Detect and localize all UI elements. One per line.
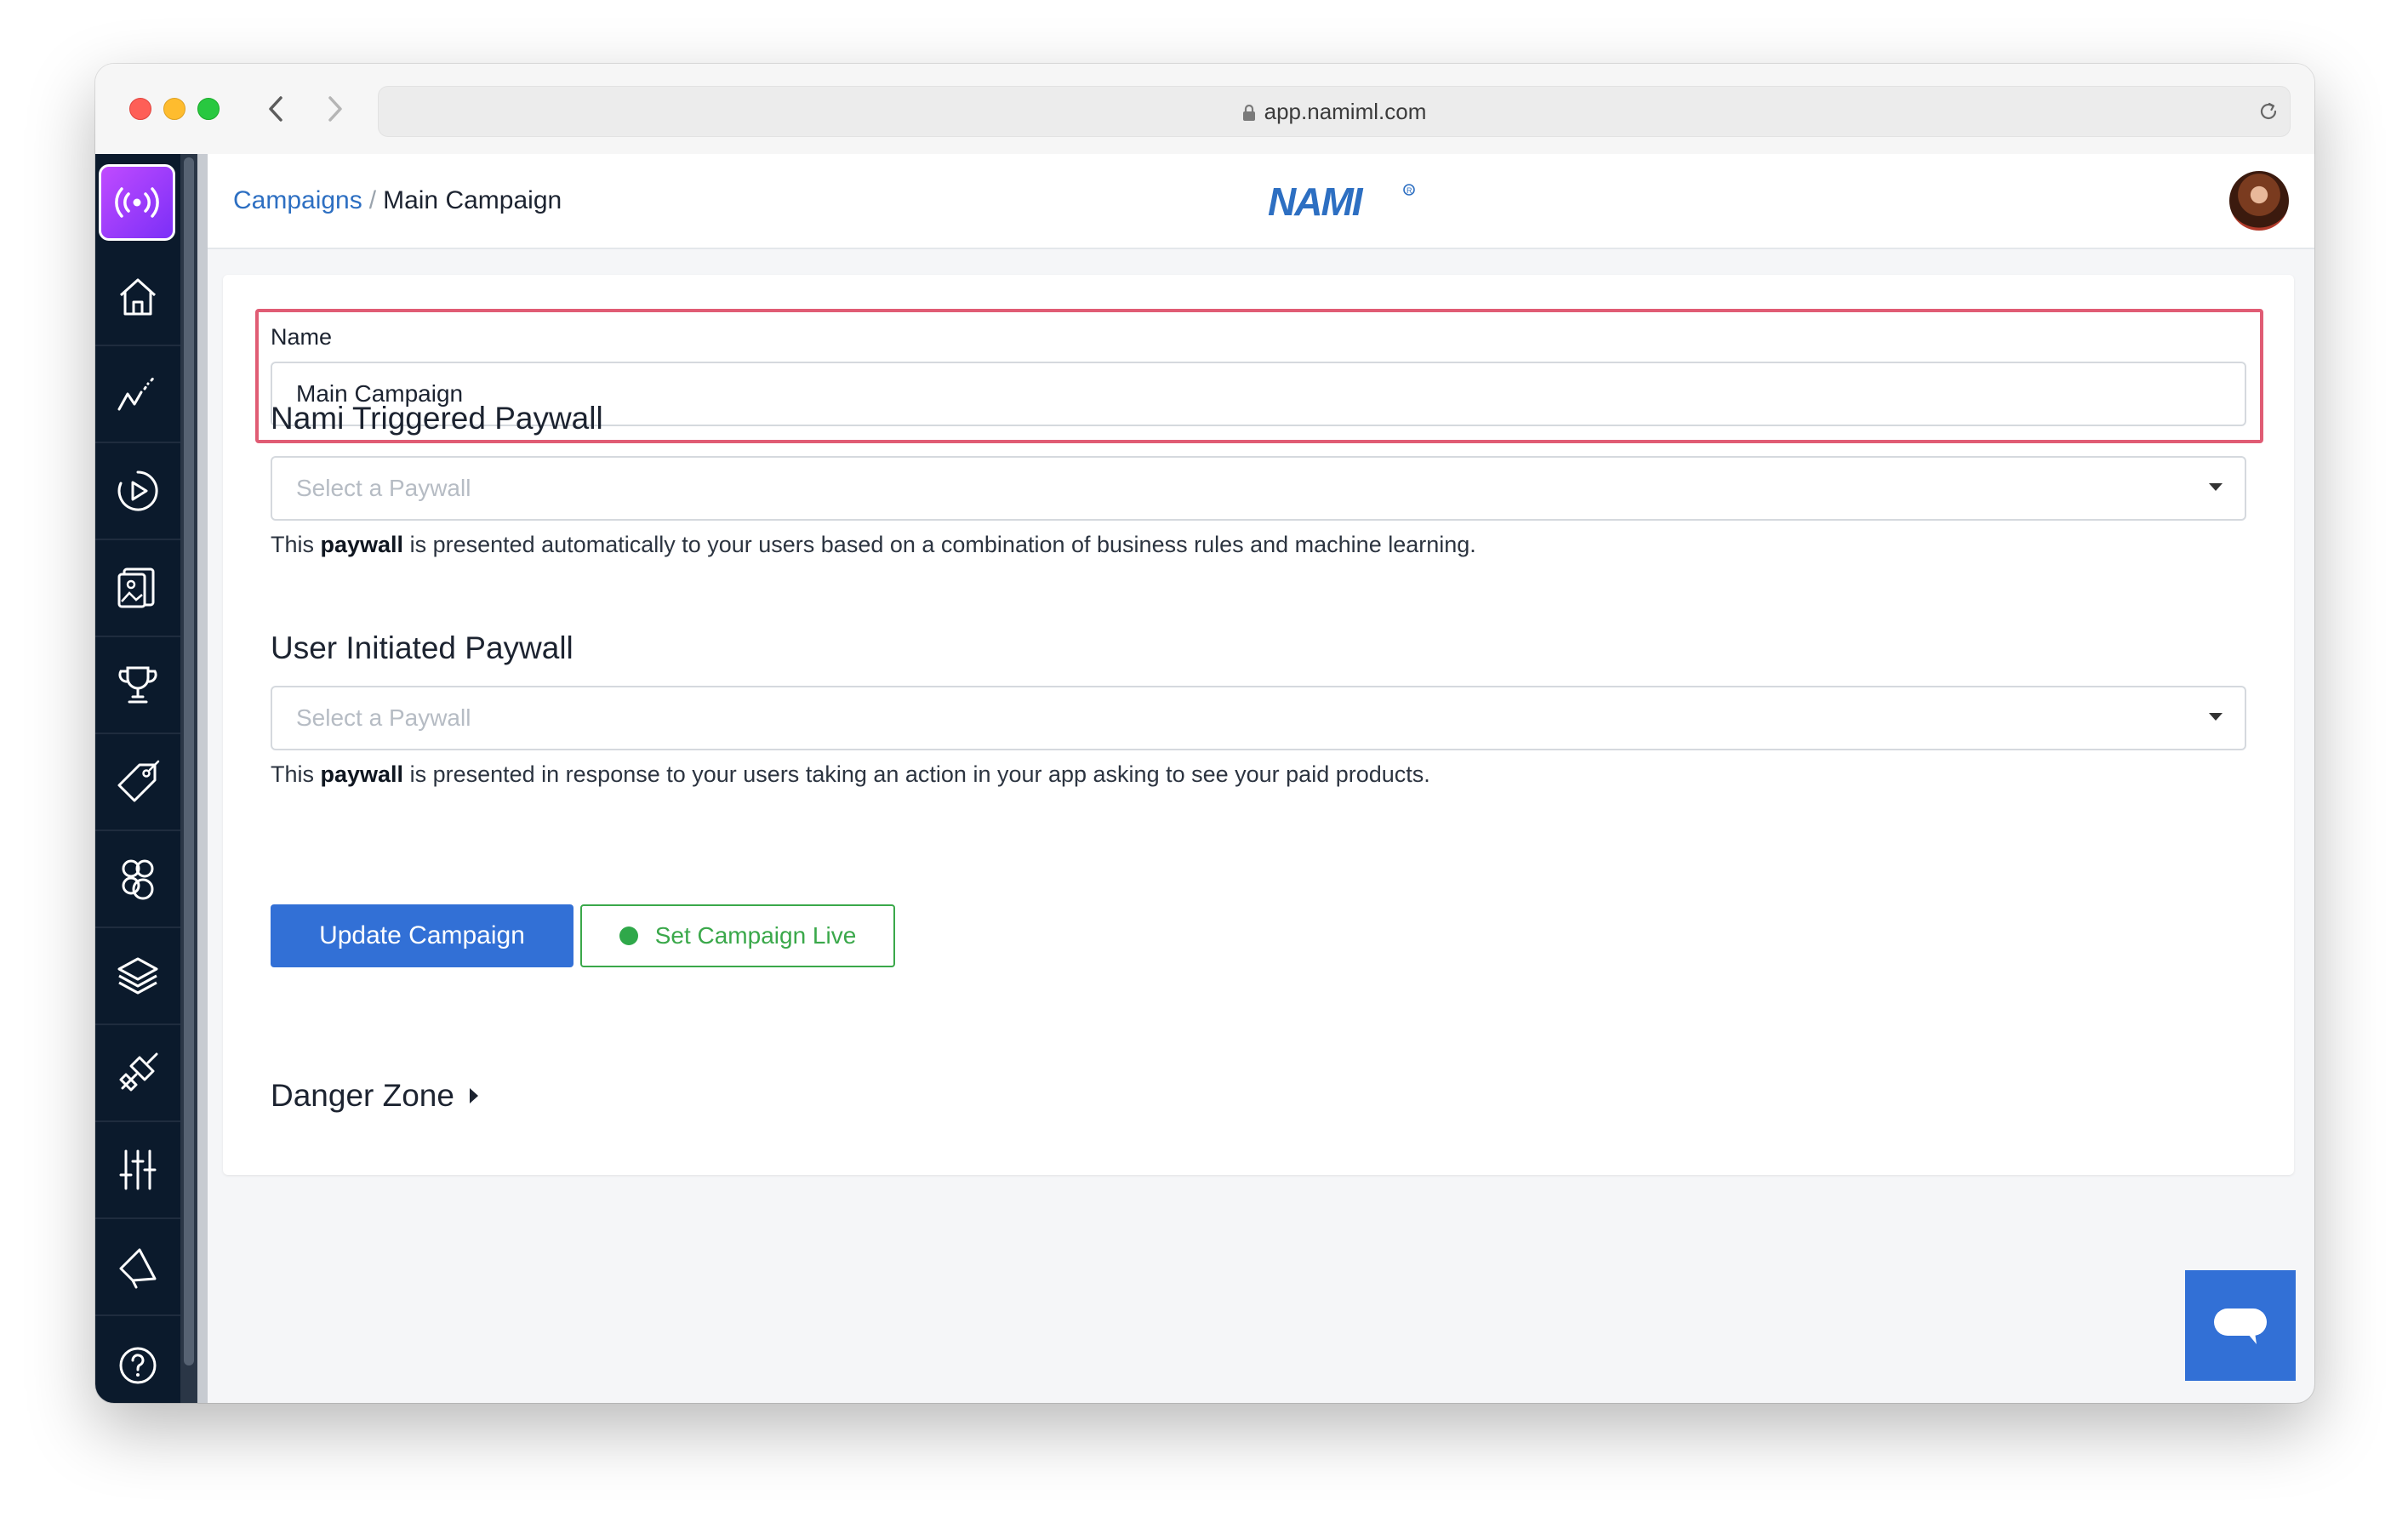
lock-icon bbox=[1242, 105, 1255, 121]
integrations-icon bbox=[119, 1052, 158, 1092]
initiated-paywall-help: This paywall is presented in response to… bbox=[271, 761, 1430, 787]
sidebar-item-broadcast[interactable] bbox=[99, 164, 175, 241]
address-bar[interactable]: app.namiml.com bbox=[378, 86, 2291, 137]
triggered-paywall-select[interactable]: Select a Paywall bbox=[271, 456, 2246, 521]
maximize-window-button[interactable] bbox=[197, 98, 220, 120]
danger-zone-toggle[interactable]: Danger Zone bbox=[271, 1078, 478, 1114]
live-status-dot bbox=[619, 926, 638, 945]
campaign-form-card: Name Nami Triggered Paywall Select a Pay… bbox=[223, 275, 2294, 1175]
trophy-icon bbox=[118, 666, 157, 704]
sidebar-item-analytics[interactable] bbox=[95, 346, 180, 443]
url-text: app.namiml.com bbox=[1264, 99, 1427, 124]
browser-window: app.namiml.com Campaigns / Main Campaign… bbox=[95, 64, 2314, 1403]
initiated-paywall-placeholder: Select a Paywall bbox=[296, 704, 471, 731]
browser-titlebar: app.namiml.com bbox=[95, 64, 2314, 155]
breadcrumb-separator: / bbox=[368, 186, 377, 214]
name-label: Name bbox=[271, 324, 333, 350]
sidebar-item-paywalls[interactable] bbox=[95, 540, 180, 637]
breadcrumb-current: Main Campaign bbox=[383, 186, 562, 214]
megaphone-icon bbox=[119, 1248, 157, 1289]
sidebar-item-help[interactable] bbox=[95, 1316, 180, 1403]
analytics-icon bbox=[117, 374, 157, 411]
set-campaign-live-label: Set Campaign Live bbox=[654, 922, 857, 949]
close-window-button[interactable] bbox=[129, 98, 151, 120]
nami-logo[interactable]: NAMI R bbox=[1266, 180, 1419, 222]
chevron-down-icon bbox=[2209, 483, 2223, 491]
sidebar-item-settings[interactable] bbox=[95, 1122, 180, 1219]
svg-text:R: R bbox=[1407, 186, 1412, 195]
chevron-down-icon bbox=[2209, 713, 2223, 721]
sidebar-item-customers[interactable] bbox=[95, 831, 180, 928]
sidebar-scroll-thumb[interactable] bbox=[184, 157, 194, 1366]
sidebar-item-announcements[interactable] bbox=[95, 1219, 180, 1316]
sidebar-item-layers[interactable] bbox=[95, 928, 180, 1025]
forward-icon[interactable] bbox=[318, 89, 352, 128]
breadcrumb-campaigns-link[interactable]: Campaigns bbox=[233, 186, 362, 214]
sidebar-item-products[interactable] bbox=[95, 734, 180, 831]
broadcast-icon bbox=[115, 187, 159, 218]
layers-icon bbox=[117, 957, 158, 995]
chat-icon bbox=[2214, 1308, 2267, 1344]
settings-sliders-icon bbox=[119, 1149, 157, 1190]
user-avatar[interactable] bbox=[2229, 171, 2289, 231]
caret-right-icon bbox=[469, 1088, 478, 1103]
danger-zone-label: Danger Zone bbox=[271, 1078, 454, 1113]
set-campaign-live-button[interactable]: Set Campaign Live bbox=[580, 904, 895, 967]
app-header: Campaigns / Main Campaign NAMI R bbox=[208, 154, 2314, 249]
sidebar-item-campaigns[interactable] bbox=[95, 443, 180, 540]
sidebar-divider bbox=[197, 154, 208, 1403]
sidebar-item-integrations[interactable] bbox=[95, 1025, 180, 1122]
minimize-window-button[interactable] bbox=[163, 98, 185, 120]
chat-widget-button[interactable] bbox=[2185, 1270, 2296, 1381]
sidebar-item-home[interactable] bbox=[95, 249, 180, 346]
back-icon[interactable] bbox=[259, 89, 293, 128]
brand-text: NAMI bbox=[1268, 180, 1364, 222]
home-icon bbox=[119, 278, 157, 316]
sidebar bbox=[95, 154, 197, 1403]
reload-icon[interactable] bbox=[2256, 99, 2281, 124]
campaign-play-icon bbox=[117, 470, 158, 511]
sidebar-item-achievements[interactable] bbox=[95, 637, 180, 734]
help-icon bbox=[119, 1347, 157, 1384]
breadcrumb: Campaigns / Main Campaign bbox=[233, 154, 562, 248]
paywalls-icon bbox=[117, 567, 155, 608]
update-campaign-button[interactable]: Update Campaign bbox=[271, 904, 573, 967]
url-display: app.namiml.com bbox=[379, 87, 2290, 136]
tag-icon bbox=[117, 760, 160, 802]
triggered-paywall-placeholder: Select a Paywall bbox=[296, 475, 471, 501]
initiated-paywall-select[interactable]: Select a Paywall bbox=[271, 686, 2246, 750]
initiated-paywall-title: User Initiated Paywall bbox=[271, 630, 573, 665]
triggered-paywall-title: Nami Triggered Paywall bbox=[271, 401, 603, 436]
users-icon bbox=[122, 859, 154, 900]
triggered-paywall-help: This paywall is presented automatically … bbox=[271, 532, 1476, 557]
